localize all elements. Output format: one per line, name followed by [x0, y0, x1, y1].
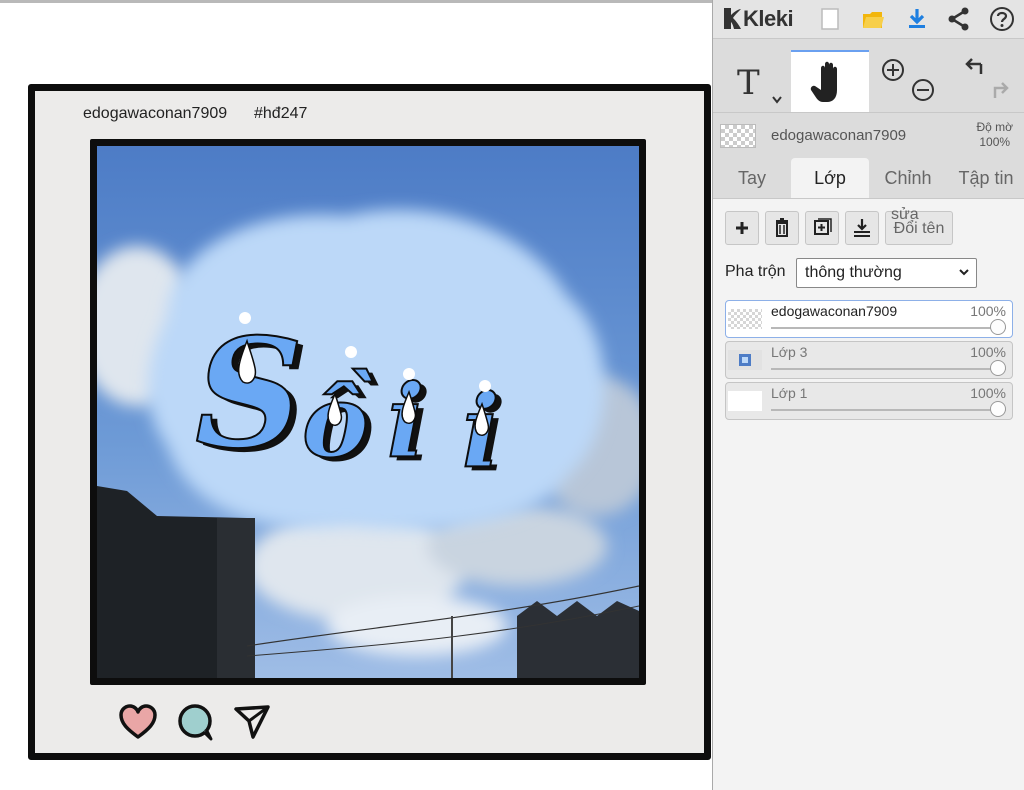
comment-icon: [178, 704, 213, 741]
undo-redo-tool[interactable]: [947, 50, 1024, 112]
layer-row[interactable]: edogawaconan7909 100%: [725, 300, 1013, 338]
tool-row: T: [713, 50, 1024, 113]
post-username: edogawaconan7909: [83, 105, 228, 122]
chevron-down-icon: [959, 269, 969, 276]
top-bar: Kleki: [713, 0, 1024, 39]
opacity-readout: Độ mờ 100%: [976, 120, 1013, 150]
app-logo[interactable]: Kleki: [721, 5, 794, 32]
duplicate-layer-button[interactable]: [805, 211, 839, 245]
layer-opacity-slider[interactable]: [771, 327, 1006, 329]
rename-sub-label: sửa: [891, 206, 919, 223]
kleki-logo-icon: [724, 8, 741, 29]
new-file-icon[interactable]: [817, 6, 843, 32]
app-name: Kleki: [743, 6, 794, 31]
layer-panel: Đổi tên sửa Pha trộn thông thường edogaw…: [713, 199, 1024, 790]
merge-down-icon: [854, 219, 870, 237]
layer-row[interactable]: Lớp 3 100%: [725, 341, 1013, 379]
delete-layer-button[interactable]: [765, 211, 799, 245]
tab-brush[interactable]: Tay: [713, 158, 791, 198]
post-frame: edogawaconan7909 #hđ247 S S ồ i i: [28, 84, 711, 760]
zoom-tool[interactable]: [869, 50, 947, 112]
layer-thumbnail: [728, 309, 762, 329]
share-icon[interactable]: [946, 6, 972, 32]
layer-thumbnail: [728, 391, 762, 411]
tab-file[interactable]: Tập tin: [947, 158, 1024, 198]
layer-name: Lớp 3: [771, 344, 808, 360]
opacity-label: Độ mờ: [976, 120, 1013, 134]
tab-adjust[interactable]: Chỉnh: [869, 158, 947, 198]
svg-text:T: T: [737, 63, 760, 103]
send-icon: [234, 705, 270, 739]
text-tool[interactable]: T: [713, 50, 791, 112]
current-layer-name: edogawaconan7909: [771, 127, 907, 144]
post-photo: S S ồ ồ i i i i: [90, 139, 646, 685]
current-layer-thumbnail: [720, 124, 756, 148]
layer-name: edogawaconan7909: [771, 303, 898, 319]
opacity-value: 100%: [979, 135, 1011, 149]
layer-opacity-slider[interactable]: [771, 409, 1006, 411]
duplicate-icon: [814, 218, 832, 235]
blend-mode-label: Pha trộn: [725, 263, 786, 280]
hand-icon: [810, 61, 837, 102]
plus-icon: [736, 222, 748, 234]
trash-icon: [776, 218, 788, 237]
side-panel: Kleki T edogawaconan7909 Độ mờ 100% Tay …: [712, 0, 1024, 790]
layer-opacity-handle[interactable]: [990, 319, 1006, 335]
blend-mode-select[interactable]: thông thường: [796, 258, 977, 288]
panel-tabs: Tay Lớp Chỉnh Tập tin: [713, 158, 1024, 199]
layer-opacity-slider[interactable]: [771, 368, 1006, 370]
drawing-canvas[interactable]: edogawaconan7909 #hđ247 S S ồ i i: [0, 0, 712, 790]
layer-thumbnail: [728, 350, 762, 370]
merge-down-button[interactable]: [845, 211, 879, 245]
help-icon[interactable]: [989, 6, 1015, 32]
layer-opacity: 100%: [970, 344, 1006, 360]
layer-opacity-handle[interactable]: [990, 360, 1006, 376]
download-icon[interactable]: [904, 6, 930, 32]
current-layer-info: edogawaconan7909 Độ mờ 100%: [713, 113, 1024, 155]
layer-opacity-handle[interactable]: [990, 401, 1006, 417]
tab-layers[interactable]: Lớp: [791, 158, 869, 198]
post-hashtag: #hđ247: [254, 105, 308, 122]
add-layer-button[interactable]: [725, 211, 759, 245]
layer-opacity: 100%: [970, 303, 1006, 319]
layer-name: Lớp 1: [771, 385, 808, 401]
layer-opacity: 100%: [970, 385, 1006, 401]
open-folder-icon[interactable]: [860, 6, 886, 32]
blend-mode-value: thông thường: [805, 264, 902, 281]
heart-icon: [119, 704, 157, 739]
hand-tool[interactable]: [791, 50, 869, 112]
svg-text:S: S: [195, 306, 303, 482]
layer-row[interactable]: Lớp 1 100%: [725, 382, 1013, 420]
